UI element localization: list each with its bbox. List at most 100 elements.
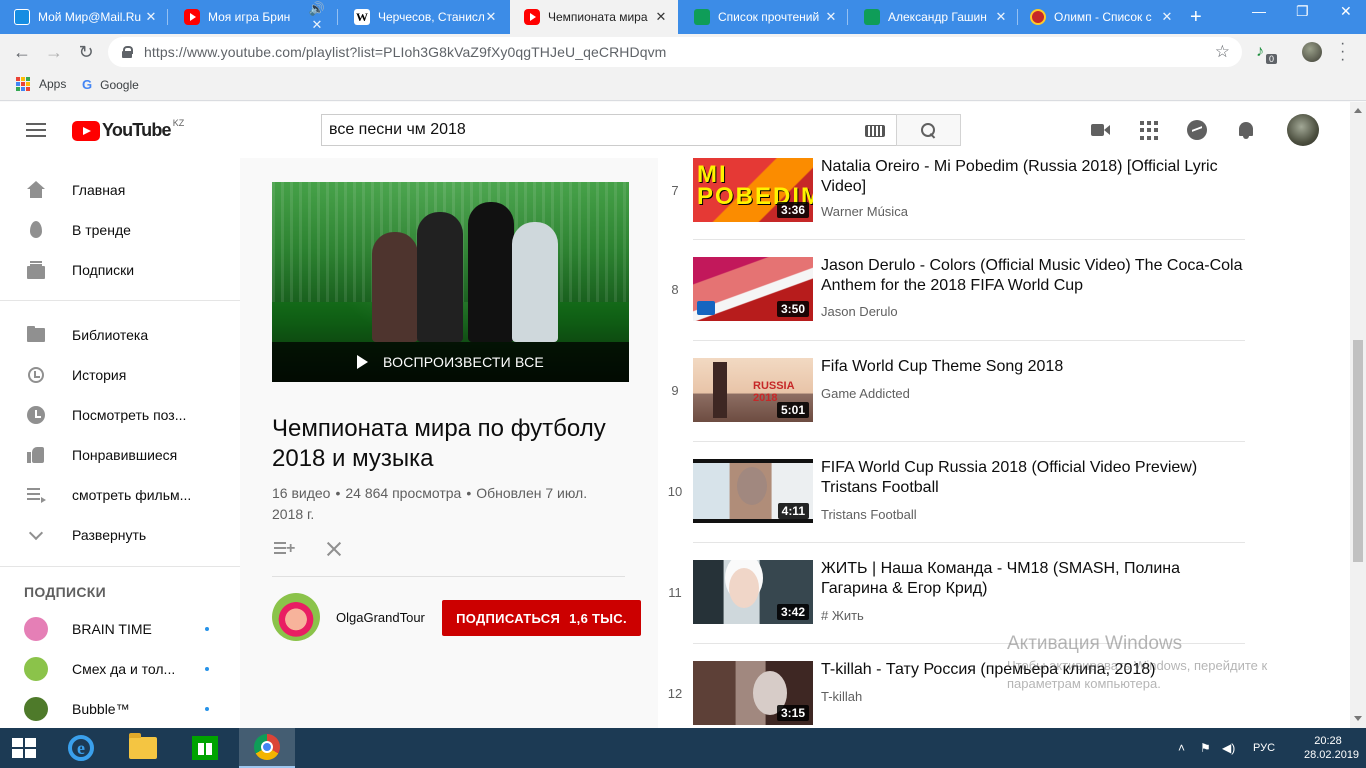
video-channel[interactable]: Tristans Football xyxy=(821,507,917,522)
close-icon[interactable]: ✕ xyxy=(654,9,668,25)
tab-olymp[interactable]: Олимп - Список с ✕ xyxy=(1016,0,1184,34)
bookmark-star-icon[interactable]: ☆ xyxy=(1215,42,1230,62)
speaker-icon[interactable]: 🔊✕ xyxy=(306,1,328,33)
sidebar-item-playlist[interactable]: смотреть фильм... xyxy=(0,475,240,515)
sidebar-item-subscriptions[interactable]: Подписки xyxy=(0,250,240,290)
scrollbar-thumb[interactable] xyxy=(1353,340,1363,562)
close-icon[interactable]: ✕ xyxy=(824,9,838,25)
tray-expand-icon[interactable]: ˄ xyxy=(1178,728,1185,768)
create-video-icon[interactable] xyxy=(1091,120,1111,140)
playlist-thumbnail[interactable]: ВОСПРОИЗВЕСТИ ВСЕ xyxy=(272,182,629,382)
video-row[interactable]: 11 3:42 ЖИТЬ | Наша Команда - ЧМ18 (SMAS… xyxy=(658,560,1350,661)
video-title[interactable]: FIFA World Cup Russia 2018 (Official Vid… xyxy=(821,458,1251,498)
shuffle-icon[interactable] xyxy=(324,540,342,558)
video-channel[interactable]: Warner Música xyxy=(821,204,908,219)
language-indicator[interactable]: РУС xyxy=(1253,728,1275,768)
video-thumbnail[interactable]: 3:15 xyxy=(693,661,813,725)
taskbar-clock[interactable]: 20:28 28.02.2019 xyxy=(1304,734,1359,762)
sidebar-item-library[interactable]: Библиотека xyxy=(0,315,240,355)
youtube-logo[interactable]: YouTube KZ xyxy=(72,118,184,141)
messages-icon[interactable] xyxy=(1187,120,1207,140)
video-row[interactable]: 10 4:11 FIFA World Cup Russia 2018 (Offi… xyxy=(658,459,1350,560)
video-row[interactable]: 9 RUSSIA 2018 5:01 Fifa World Cup Theme … xyxy=(658,358,1350,459)
subscription-item[interactable]: Bubble™ xyxy=(0,689,240,729)
video-channel[interactable]: T-killah xyxy=(821,689,862,704)
sidebar-item-home[interactable]: Главная xyxy=(0,170,240,210)
sidebar-item-expand[interactable]: Развернуть xyxy=(0,515,240,555)
bookmark-apps[interactable]: Apps xyxy=(16,77,66,91)
scroll-up-arrow-icon[interactable] xyxy=(1354,108,1362,113)
video-title[interactable]: Natalia Oreiro - Mi Pobedim (Russia 2018… xyxy=(821,158,1251,197)
close-icon[interactable]: ✕ xyxy=(484,9,498,25)
tab-reading-list[interactable]: Список прочтений ✕ xyxy=(680,0,848,34)
subscribe-button[interactable]: ПОДПИСАТЬСЯ 1,6 ТЫС. xyxy=(442,600,641,636)
taskbar-explorer[interactable] xyxy=(115,728,171,768)
hamburger-menu-icon[interactable] xyxy=(26,123,46,137)
play-all-button[interactable]: ВОСПРОИЗВЕСТИ ВСЕ xyxy=(272,342,629,382)
video-title[interactable]: ЖИТЬ | Наша Команда - ЧМ18 (SMASH, Полин… xyxy=(821,559,1251,599)
video-duration: 3:42 xyxy=(776,604,809,620)
account-avatar[interactable] xyxy=(1287,114,1319,146)
close-window-button[interactable]: ✕ xyxy=(1340,3,1352,20)
mail-icon xyxy=(14,9,30,25)
video-channel[interactable]: Jason Derulo xyxy=(821,304,898,319)
owner-avatar[interactable] xyxy=(272,593,320,641)
search-input[interactable]: все песни чм 2018 xyxy=(321,114,897,146)
video-thumbnail[interactable]: MI POBEDIM 3:36 xyxy=(693,158,813,222)
keyboard-icon[interactable] xyxy=(865,125,885,137)
video-thumbnail[interactable]: 3:42 xyxy=(693,560,813,624)
tab-mail[interactable]: Мой Мир@Mail.Ru ✕ xyxy=(0,0,168,34)
video-thumbnail[interactable]: RUSSIA 2018 5:01 xyxy=(693,358,813,422)
restore-button[interactable]: ❐ xyxy=(1296,3,1309,20)
scroll-down-arrow-icon[interactable] xyxy=(1354,716,1362,721)
tab-cherchesov[interactable]: W Черчесов, Станисл ✕ xyxy=(340,0,508,34)
video-row[interactable]: 7 MI POBEDIM 3:36 Natalia Oreiro - Mi Po… xyxy=(658,158,1350,259)
bookmark-google[interactable]: G Google xyxy=(82,77,139,92)
new-tab-button[interactable]: + xyxy=(1190,7,1202,27)
page-scrollbar[interactable] xyxy=(1350,102,1366,728)
video-thumbnail[interactable]: 4:11 xyxy=(693,459,813,523)
browser-menu-icon[interactable]: · · · xyxy=(1340,36,1346,68)
minimize-button[interactable]: — xyxy=(1252,3,1266,19)
flag-icon[interactable]: ⚑ xyxy=(1200,728,1211,768)
sidebar-item-liked[interactable]: Понравившиеся xyxy=(0,435,240,475)
history-icon xyxy=(26,365,46,385)
owner-name[interactable]: OlgaGrandTour xyxy=(336,610,425,625)
apps-grid-icon[interactable] xyxy=(1140,120,1160,140)
address-bar[interactable]: https://www.youtube.com/playlist?list=PL… xyxy=(108,37,1242,67)
add-to-queue-icon[interactable] xyxy=(274,542,296,556)
forward-button[interactable]: → xyxy=(42,40,66,64)
subscription-item[interactable]: Смех да и тол... xyxy=(0,649,240,689)
video-title[interactable]: Fifa World Cup Theme Song 2018 xyxy=(821,357,1251,377)
taskbar-store[interactable] xyxy=(177,728,233,768)
search-button[interactable] xyxy=(896,114,961,146)
windows-start-icon[interactable] xyxy=(12,738,36,758)
sidebar-item-trending[interactable]: В тренде xyxy=(0,210,240,250)
taskbar-ie[interactable]: e xyxy=(53,728,109,768)
close-icon[interactable]: ✕ xyxy=(144,9,158,25)
tab-title: Мой Мир@Mail.Ru xyxy=(38,10,142,24)
video-channel[interactable]: Game Addicted xyxy=(821,386,910,401)
video-channel[interactable]: # Жить xyxy=(821,608,864,623)
notifications-bell-icon[interactable] xyxy=(1236,120,1256,140)
close-icon[interactable]: ✕ xyxy=(994,9,1008,25)
video-thumbnail[interactable]: 3:50 xyxy=(693,257,813,321)
browser-profile-avatar[interactable] xyxy=(1302,42,1322,62)
back-button[interactable]: ← xyxy=(10,40,34,64)
video-index: 7 xyxy=(671,183,679,198)
tab-championship[interactable]: Чемпионата мира ✕ xyxy=(510,0,678,34)
reload-button[interactable]: ↻ xyxy=(74,40,98,64)
tab-brain-game[interactable]: Моя игра Брин 🔊✕ xyxy=(170,0,338,34)
video-row[interactable]: 8 3:50 Jason Derulo - Colors (Official M… xyxy=(658,257,1350,358)
wikipedia-icon: W xyxy=(354,9,370,25)
close-icon[interactable]: ✕ xyxy=(1160,9,1174,25)
sidebar-item-history[interactable]: История xyxy=(0,355,240,395)
taskbar-chrome[interactable] xyxy=(239,728,295,768)
video-index: 10 xyxy=(667,484,683,499)
sidebar-item-watch-later[interactable]: Посмотреть поз... xyxy=(0,395,240,435)
tab-gashin[interactable]: Александр Гашин ✕ xyxy=(850,0,1018,34)
video-title[interactable]: Jason Derulo - Colors (Official Music Vi… xyxy=(821,256,1251,296)
apps-icon xyxy=(16,77,30,91)
subscription-item[interactable]: BRAIN TIME xyxy=(0,609,240,649)
volume-icon[interactable]: ◀) xyxy=(1222,728,1235,768)
